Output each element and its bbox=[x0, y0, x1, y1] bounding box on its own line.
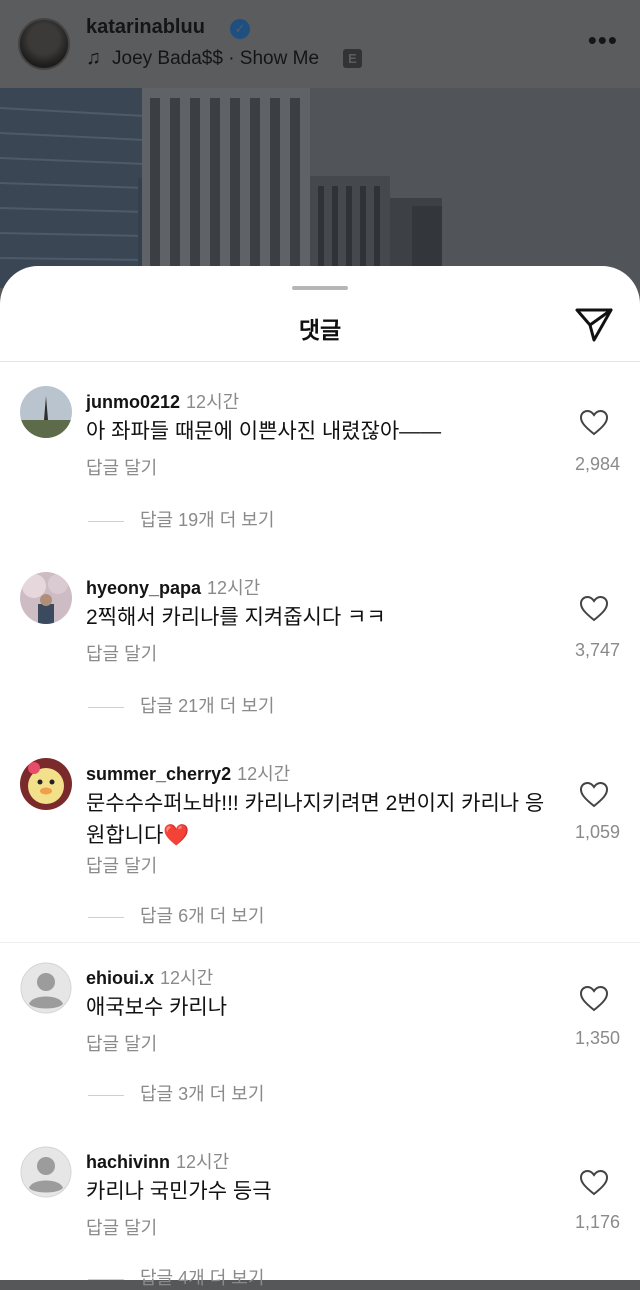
comment-text: 문수수수퍼노바!!! 카리나지키려면 2번이지 카리나 응원합니다❤️ bbox=[86, 792, 545, 847]
comment-time: 12시간 bbox=[160, 968, 214, 988]
comment-time: 12시간 bbox=[237, 764, 291, 784]
commenter-username[interactable]: hyeony_papa 12시간 bbox=[86, 574, 260, 600]
post-photo bbox=[0, 88, 640, 288]
comments-sheet: 댓글 junmo0212 12시간 아 좌파들 때문에 이쁜사진 내렸잖아—— 답… bbox=[0, 266, 640, 1288]
comment-time: 12시간 bbox=[186, 392, 240, 412]
like-count: 1,176 bbox=[574, 1212, 620, 1232]
reply-button[interactable]: 답글 달기 bbox=[86, 640, 157, 666]
commenter-avatar[interactable] bbox=[20, 386, 72, 438]
post-audio-track[interactable]: Joey Bada$$ · Show Me bbox=[112, 48, 319, 70]
heart-icon[interactable] bbox=[580, 1170, 608, 1196]
commenter-username[interactable]: summer_cherry2 12시간 bbox=[86, 760, 290, 786]
comment-text: 카리나 국민가수 등극 bbox=[86, 1180, 272, 1203]
view-replies-button[interactable]: 답글 21개 더 보기 bbox=[88, 692, 274, 718]
like-count: 3,747 bbox=[574, 640, 620, 660]
verified-badge-icon: ✓ bbox=[230, 19, 250, 39]
comment-time: 12시간 bbox=[207, 578, 261, 598]
post-author-avatar[interactable] bbox=[18, 18, 70, 70]
comment-text: 애국보수 카리나 bbox=[86, 996, 228, 1019]
post-header: katarinabluu ✓ ♫ Joey Bada$$ · Show Me E… bbox=[0, 0, 640, 88]
comment-text: 2찍해서 카리나를 지켜줍시다 ㅋㅋ bbox=[86, 606, 386, 629]
reply-button[interactable]: 답글 달기 bbox=[86, 852, 157, 878]
explicit-badge: E bbox=[343, 49, 362, 68]
heart-icon[interactable] bbox=[580, 596, 608, 622]
view-replies-button[interactable]: 답글 4개 더 보기 bbox=[88, 1264, 264, 1290]
commenter-avatar[interactable] bbox=[20, 758, 72, 810]
view-replies-button[interactable]: 답글 3개 더 보기 bbox=[88, 1080, 264, 1106]
like-count: 1,059 bbox=[574, 822, 620, 842]
sheet-grabber-handle[interactable] bbox=[292, 286, 348, 290]
default-avatar-icon[interactable] bbox=[20, 962, 72, 1014]
comment-time: 12시간 bbox=[176, 1152, 230, 1172]
default-avatar-icon[interactable] bbox=[20, 1146, 72, 1198]
reply-button[interactable]: 답글 달기 bbox=[86, 1030, 157, 1056]
sheet-header-divider bbox=[0, 361, 640, 362]
more-horizontal-icon[interactable]: ••• bbox=[588, 27, 618, 53]
reply-button[interactable]: 답글 달기 bbox=[86, 1214, 157, 1240]
comment-text: 아 좌파들 때문에 이쁜사진 내렸잖아—— bbox=[86, 420, 442, 443]
heart-icon[interactable] bbox=[580, 410, 608, 436]
comment-separator bbox=[0, 942, 640, 943]
like-count: 2,984 bbox=[574, 454, 620, 474]
commenter-username[interactable]: hachivinn 12시간 bbox=[86, 1148, 229, 1174]
music-note-icon: ♫ bbox=[86, 47, 101, 69]
heart-icon[interactable] bbox=[580, 986, 608, 1012]
view-replies-button[interactable]: 답글 19개 더 보기 bbox=[88, 506, 274, 532]
commenter-username[interactable]: junmo0212 12시간 bbox=[86, 388, 239, 414]
paper-plane-icon[interactable] bbox=[574, 306, 614, 342]
heart-icon[interactable] bbox=[580, 782, 608, 808]
commenter-avatar[interactable] bbox=[20, 572, 72, 624]
view-replies-button[interactable]: 답글 6개 더 보기 bbox=[88, 902, 264, 928]
commenter-username[interactable]: ehioui.x 12시간 bbox=[86, 964, 213, 990]
post-author-username[interactable]: katarinabluu bbox=[86, 16, 205, 39]
like-count: 1,350 bbox=[574, 1028, 620, 1048]
reply-button[interactable]: 답글 달기 bbox=[86, 454, 157, 480]
sheet-title: 댓글 bbox=[298, 317, 342, 343]
